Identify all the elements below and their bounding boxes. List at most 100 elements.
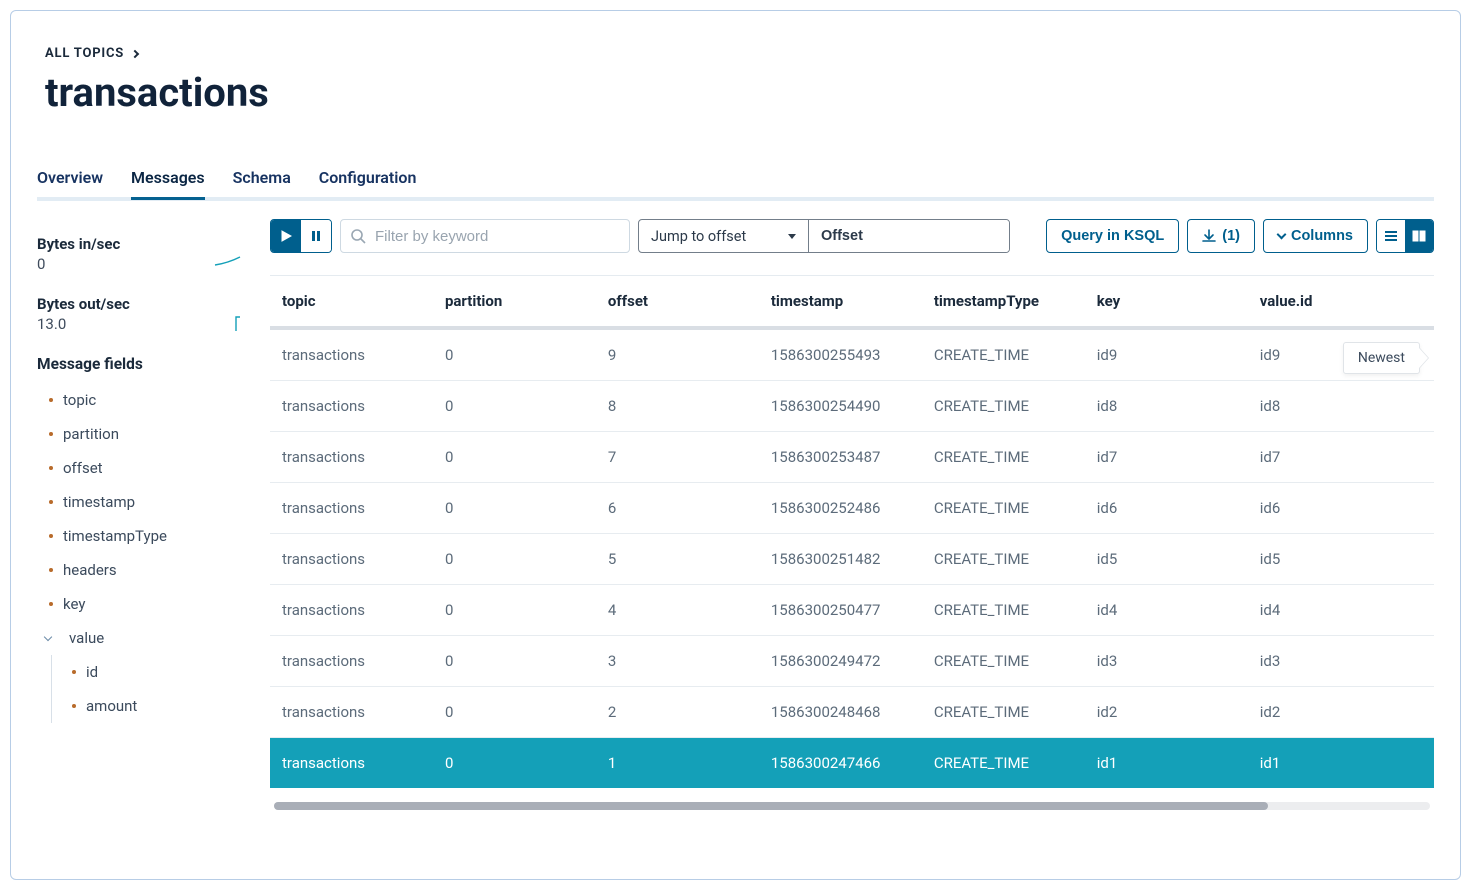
cell-timestamp: 1586300249472: [759, 636, 922, 687]
cell-timestampType: CREATE_TIME: [922, 585, 1085, 636]
jump-select-label: Jump to offset: [651, 228, 746, 245]
field-label: partition: [63, 425, 119, 443]
cell-key: id3: [1085, 636, 1248, 687]
offset-input[interactable]: [809, 220, 1009, 252]
columns-button[interactable]: Columns: [1263, 219, 1368, 253]
table-row[interactable]: transactions081586300254490CREATE_TIMEid…: [270, 381, 1434, 432]
field-label: key: [63, 595, 85, 613]
field-partition[interactable]: partition: [37, 417, 252, 451]
cell-partition: 0: [433, 381, 596, 432]
cell-key: id2: [1085, 687, 1248, 738]
view-toggle-group: [1376, 219, 1434, 253]
newest-tag: Newest: [1343, 342, 1420, 374]
cell-offset: 8: [596, 381, 759, 432]
table-row[interactable]: transactions041586300250477CREATE_TIMEid…: [270, 585, 1434, 636]
field-value[interactable]: value: [37, 621, 252, 655]
cell-topic: transactions: [270, 585, 433, 636]
field-timestamp[interactable]: timestamp: [37, 485, 252, 519]
tabs: Overview Messages Schema Configuration: [37, 168, 1434, 201]
tab-overview[interactable]: Overview: [37, 168, 103, 200]
sparkline-bytes-out-icon: [214, 313, 244, 333]
table-row[interactable]: transactions051586300251482CREATE_TIMEid…: [270, 534, 1434, 585]
play-button[interactable]: [271, 220, 301, 252]
col-header-key[interactable]: key: [1085, 276, 1248, 328]
columns-label: Columns: [1291, 228, 1353, 244]
col-header-partition[interactable]: partition: [433, 276, 596, 328]
field-offset[interactable]: offset: [37, 451, 252, 485]
sparkline-bytes-in-icon: [214, 253, 244, 273]
col-header-timestampType[interactable]: timestampType: [922, 276, 1085, 328]
cell-timestamp: 1586300250477: [759, 585, 922, 636]
breadcrumb-all-topics[interactable]: ALL TOPICS: [37, 46, 146, 61]
cell-value_id: id4: [1248, 585, 1434, 636]
cell-timestampType: CREATE_TIME: [922, 381, 1085, 432]
cell-topic: transactions: [270, 483, 433, 534]
table-row[interactable]: transactions011586300247466CREATE_TIMEid…: [270, 738, 1434, 789]
field-label: id: [86, 663, 98, 681]
tab-schema[interactable]: Schema: [233, 168, 291, 200]
cell-timestamp: 1586300247466: [759, 738, 922, 789]
search-icon: [350, 228, 366, 244]
horizontal-scrollbar[interactable]: [274, 802, 1430, 810]
field-value-id[interactable]: id: [52, 655, 252, 689]
field-timestampType[interactable]: timestampType: [37, 519, 252, 553]
filter-keyword-input[interactable]: [340, 219, 630, 253]
jump-to-offset-select[interactable]: Jump to offset: [639, 220, 809, 252]
chevron-down-icon: [1277, 230, 1287, 240]
table-row[interactable]: transactions031586300249472CREATE_TIMEid…: [270, 636, 1434, 687]
list-view-button[interactable]: [1377, 220, 1405, 252]
tab-configuration[interactable]: Configuration: [319, 168, 417, 200]
col-header-timestamp[interactable]: timestamp: [759, 276, 922, 328]
cell-topic: transactions: [270, 534, 433, 585]
bullet-icon: [49, 602, 53, 606]
cell-partition: 0: [433, 328, 596, 381]
message-fields-heading: Message fields: [37, 355, 252, 373]
cell-value_id: id7: [1248, 432, 1434, 483]
cell-timestamp: 1586300248468: [759, 687, 922, 738]
bullet-icon: [49, 534, 53, 538]
bullet-icon: [49, 568, 53, 572]
query-in-ksql-button[interactable]: Query in KSQL: [1046, 219, 1179, 253]
cell-partition: 0: [433, 432, 596, 483]
tab-messages[interactable]: Messages: [131, 168, 205, 200]
download-count: (1): [1222, 228, 1240, 244]
cell-timestampType: CREATE_TIME: [922, 328, 1085, 381]
cell-topic: transactions: [270, 738, 433, 789]
cell-topic: transactions: [270, 328, 433, 381]
col-header-offset[interactable]: offset: [596, 276, 759, 328]
field-value-amount[interactable]: amount: [52, 689, 252, 723]
list-view-icon: [1383, 229, 1399, 243]
table-row[interactable]: transactions021586300248468CREATE_TIMEid…: [270, 687, 1434, 738]
cell-timestamp: 1586300254490: [759, 381, 922, 432]
cell-value_id: id5: [1248, 534, 1434, 585]
field-label: headers: [63, 561, 117, 579]
scroll-thumb[interactable]: [274, 802, 1268, 810]
field-label: timestamp: [63, 493, 135, 511]
cell-key: id7: [1085, 432, 1248, 483]
bytes-in-label: Bytes in/sec: [37, 235, 252, 253]
field-key[interactable]: key: [37, 587, 252, 621]
bullet-icon: [49, 500, 53, 504]
download-button[interactable]: (1): [1187, 219, 1255, 253]
cell-partition: 0: [433, 687, 596, 738]
cell-offset: 5: [596, 534, 759, 585]
col-header-topic[interactable]: topic: [270, 276, 433, 328]
column-view-icon: [1411, 229, 1427, 243]
table-row[interactable]: transactions071586300253487CREATE_TIMEid…: [270, 432, 1434, 483]
cell-offset: 1: [596, 738, 759, 789]
cell-topic: transactions: [270, 432, 433, 483]
column-view-button[interactable]: [1405, 220, 1433, 252]
pause-button[interactable]: [301, 220, 331, 252]
bullet-icon: [49, 432, 53, 436]
bullet-icon: [49, 398, 53, 402]
chevron-down-icon: [44, 633, 52, 641]
cell-partition: 0: [433, 585, 596, 636]
cell-timestampType: CREATE_TIME: [922, 687, 1085, 738]
field-headers[interactable]: headers: [37, 553, 252, 587]
table-row[interactable]: transactions061586300252486CREATE_TIMEid…: [270, 483, 1434, 534]
cell-offset: 2: [596, 687, 759, 738]
cell-topic: transactions: [270, 381, 433, 432]
col-header-value-id[interactable]: value.id: [1248, 276, 1434, 328]
field-topic[interactable]: topic: [37, 383, 252, 417]
table-row[interactable]: transactions091586300255493CREATE_TIMEid…: [270, 328, 1434, 381]
